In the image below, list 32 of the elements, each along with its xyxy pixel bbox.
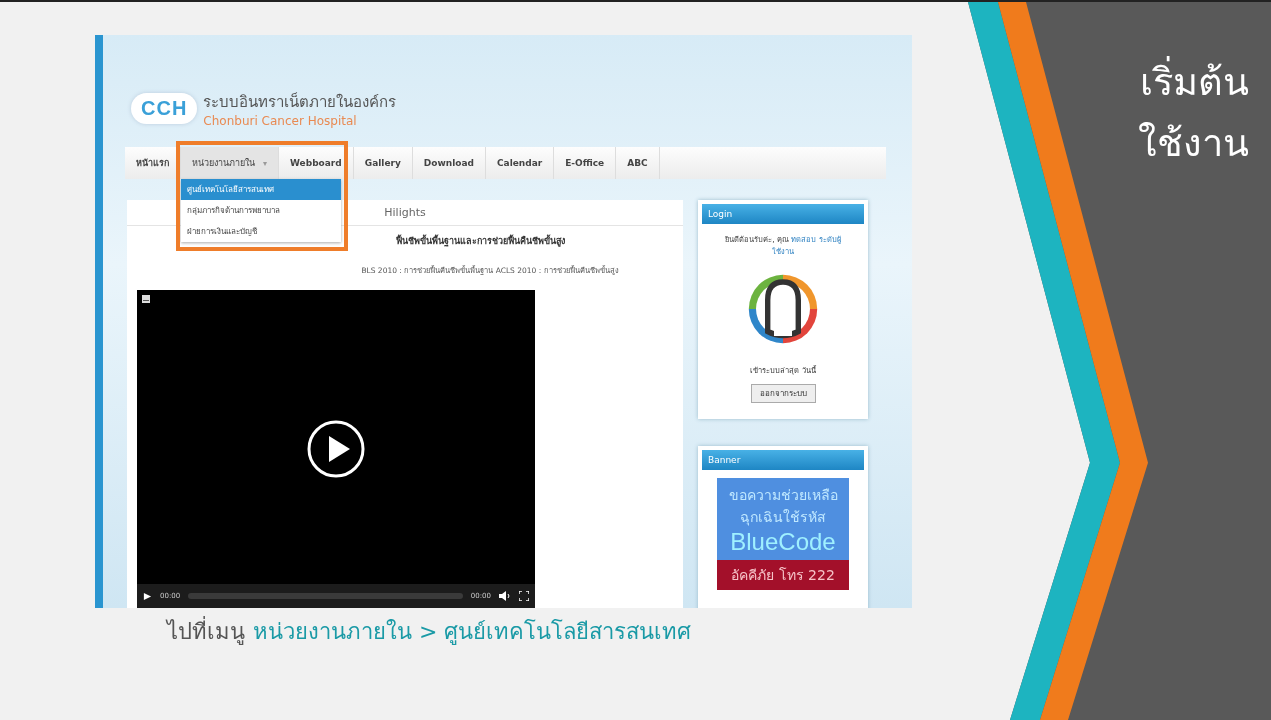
site-subtitle: Chonburi Cancer Hospital — [203, 113, 358, 128]
nav-item[interactable]: Gallery — [353, 147, 413, 179]
menu-path: หน่วยงานภายใน > ศูนย์เทคโนโลยีสารสนเทศ — [253, 618, 692, 647]
caret-icon: ▾ — [263, 158, 267, 168]
menu-item[interactable]: กลุ่มภารกิจด้านการพยาบาล — [181, 200, 341, 221]
card-title: Login — [702, 204, 864, 224]
menu-item[interactable]: ฝ่ายการเงินและบัญชี — [181, 221, 341, 242]
nav-item[interactable]: ABC — [616, 147, 660, 179]
nav-item[interactable]: Webboard — [279, 147, 354, 179]
banner-image[interactable]: ขอความช่วยเหลือ ฉุกเฉินใช้รหัส BlueCode อัคคีภัย โทร 222 — [717, 478, 849, 590]
slide-title: เริ่มต้น — [1140, 52, 1249, 113]
slide-title: ใช้งาน — [1138, 119, 1249, 167]
nav-item[interactable]: E-Office — [554, 147, 617, 179]
menu-item[interactable]: ศูนย์เทคโนโลยีสารสนเทศ — [181, 179, 341, 200]
nav-item[interactable]: Calendar — [485, 147, 555, 179]
volume-icon[interactable] — [499, 591, 511, 601]
banner-text: ฉุกเฉินใช้รหัส — [740, 508, 826, 528]
nav-item[interactable]: หน่วยงานภายใน ▾ — [181, 147, 279, 179]
headline: ฟื้นชีพขั้นพื้นฐานและการช่วยฟื้นคืนชีพขั้นสูง — [395, 234, 565, 248]
document-icon — [141, 294, 151, 304]
banner-text: ขอความช่วยเหลือ — [728, 486, 838, 505]
nav-item[interactable]: Download — [412, 147, 486, 179]
logout-button[interactable]: ออกจากระบบ — [750, 384, 816, 403]
card-title: Banner — [702, 450, 864, 470]
play-icon[interactable] — [306, 419, 366, 479]
banner-text: อัคคีภัย โทร 222 — [717, 560, 849, 590]
caption-text: ไปที่เมนู — [167, 614, 245, 649]
banner-text: BlueCode — [730, 528, 836, 556]
logo: CCH — [131, 93, 198, 124]
site-title: ระบบอินทราเน็ตภายในองค์กร — [203, 91, 397, 113]
play-icon[interactable] — [143, 591, 152, 601]
fullscreen-icon[interactable] — [519, 591, 529, 601]
